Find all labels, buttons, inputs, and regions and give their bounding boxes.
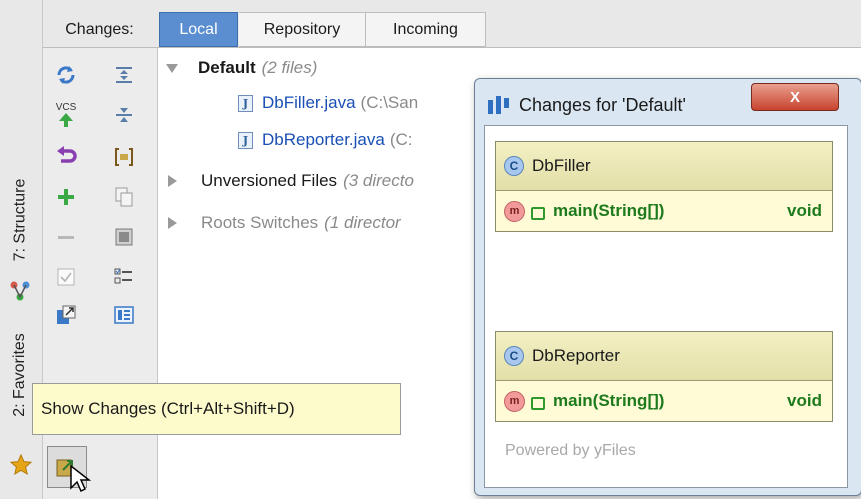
class-name: DbFiller: [532, 156, 591, 175]
collapsed-arrow-icon: [168, 217, 177, 229]
method-icon: m: [504, 200, 525, 222]
java-file-icon: J: [238, 131, 253, 149]
mouse-cursor-icon: [69, 464, 93, 494]
tab-repository[interactable]: Repository: [239, 12, 366, 47]
copy-button[interactable]: [109, 182, 139, 212]
file-row-dbfiller[interactable]: J DbFiller.java (C:\San: [238, 88, 418, 118]
star-icon[interactable]: [9, 453, 33, 477]
group-by-button[interactable]: [109, 262, 139, 292]
plus-icon: [58, 189, 74, 205]
changelist-count: (2 files): [261, 58, 318, 77]
arrow-up-icon: [59, 113, 73, 127]
refresh-button[interactable]: [51, 60, 81, 90]
file-name: DbReporter.java: [262, 130, 385, 149]
collapsed-arrow-icon: [168, 175, 177, 187]
diff-button[interactable]: [109, 142, 139, 172]
show-changes-tooltip: Show Changes (Ctrl+Alt+Shift+D): [32, 383, 401, 435]
public-lock-icon: [531, 206, 545, 220]
structure-icon: [9, 280, 31, 302]
preview-icon: [114, 306, 134, 324]
class-name: DbReporter: [532, 346, 620, 365]
roots-switches-label: Roots Switches: [201, 213, 319, 232]
file-name: DbFiller.java: [262, 93, 356, 112]
roots-switches-row[interactable]: Roots Switches (1 director: [168, 208, 401, 238]
class-icon: C: [504, 156, 524, 176]
set-active-button[interactable]: [51, 262, 81, 292]
tab-local-label: Local: [179, 20, 218, 38]
roots-switches-count: (1 director: [324, 213, 401, 232]
checkbox-icon: [57, 268, 75, 286]
favorites-tab-label: 2: Favorites: [11, 333, 28, 417]
collapse-all-icon: [116, 108, 132, 122]
structure-tab-label: 7: Structure: [11, 178, 29, 262]
shelve-button[interactable]: [109, 222, 139, 252]
move-to-changelist-button[interactable]: [51, 300, 81, 330]
changelist-name: Default: [198, 58, 256, 77]
close-icon: X: [789, 88, 800, 106]
diagram-canvas: C DbFiller m main(String[]) void C DbRep…: [484, 125, 848, 488]
file-row-dbreporter[interactable]: J DbReporter.java (C:: [238, 125, 413, 155]
refresh-icon: [57, 66, 75, 84]
vcs-label: VCS: [55, 102, 77, 113]
unversioned-label: Unversioned Files: [201, 171, 338, 190]
class-icon: C: [504, 346, 524, 366]
method-row[interactable]: m main(String[]) void: [496, 381, 832, 421]
expanded-arrow-icon: [166, 63, 178, 73]
tab-repository-label: Repository: [263, 20, 341, 38]
rollback-button[interactable]: [51, 142, 81, 172]
method-return-type: void: [787, 391, 822, 410]
remove-changelist-button[interactable]: [51, 222, 81, 252]
class-node-header: C DbFiller: [496, 142, 832, 191]
popup-title: Changes for 'Default': [519, 95, 686, 115]
move-icon: [57, 305, 76, 324]
rollback-icon: [57, 146, 77, 163]
commit-button[interactable]: VCS: [51, 100, 81, 130]
public-lock-icon: [531, 396, 545, 410]
popup-close-button[interactable]: X: [751, 83, 839, 111]
method-name: main(String[]): [553, 201, 665, 220]
java-file-icon: J: [238, 94, 253, 112]
class-node-dbreporter[interactable]: C DbReporter m main(String[]) void: [495, 331, 833, 422]
collapse-all-button[interactable]: [109, 100, 139, 130]
diff-icon: [115, 148, 133, 166]
changes-title: Changes:: [43, 12, 156, 47]
unversioned-files-row[interactable]: Unversioned Files (3 directo: [168, 166, 414, 196]
class-node-header: C DbReporter: [496, 332, 832, 381]
preview-diff-button[interactable]: [109, 300, 139, 330]
expand-all-button[interactable]: [109, 60, 139, 90]
group-by-icon: [114, 268, 132, 284]
changes-title-label: Changes:: [65, 20, 134, 38]
powered-by-label: Powered by yFiles: [505, 442, 636, 459]
tab-incoming[interactable]: Incoming: [366, 12, 486, 47]
method-row[interactable]: m main(String[]) void: [496, 191, 832, 231]
class-node-dbfiller[interactable]: C DbFiller m main(String[]) void: [495, 141, 833, 232]
minus-icon: [58, 236, 74, 239]
expand-all-icon: [116, 67, 132, 83]
intellij-logo-icon: [487, 94, 511, 116]
method-return-type: void: [787, 201, 822, 220]
file-path: (C:: [389, 130, 413, 149]
tab-incoming-label: Incoming: [393, 20, 458, 38]
new-changelist-button[interactable]: [51, 182, 81, 212]
copy-icon: [115, 187, 133, 207]
changes-tab-bar: Changes: Local Repository Incoming: [43, 0, 861, 48]
method-icon: m: [504, 390, 525, 412]
changelist-default-row[interactable]: Default (2 files): [166, 53, 317, 83]
shelve-icon: [115, 228, 133, 246]
tab-local[interactable]: Local: [159, 12, 238, 47]
tooltip-text: Show Changes (Ctrl+Alt+Shift+D): [41, 399, 295, 418]
method-name: main(String[]): [553, 391, 665, 410]
file-path: (C:\San: [360, 93, 419, 112]
unversioned-count: (3 directo: [343, 171, 414, 190]
changes-popup-window: Changes for 'Default' X C DbFiller m mai…: [474, 78, 861, 496]
